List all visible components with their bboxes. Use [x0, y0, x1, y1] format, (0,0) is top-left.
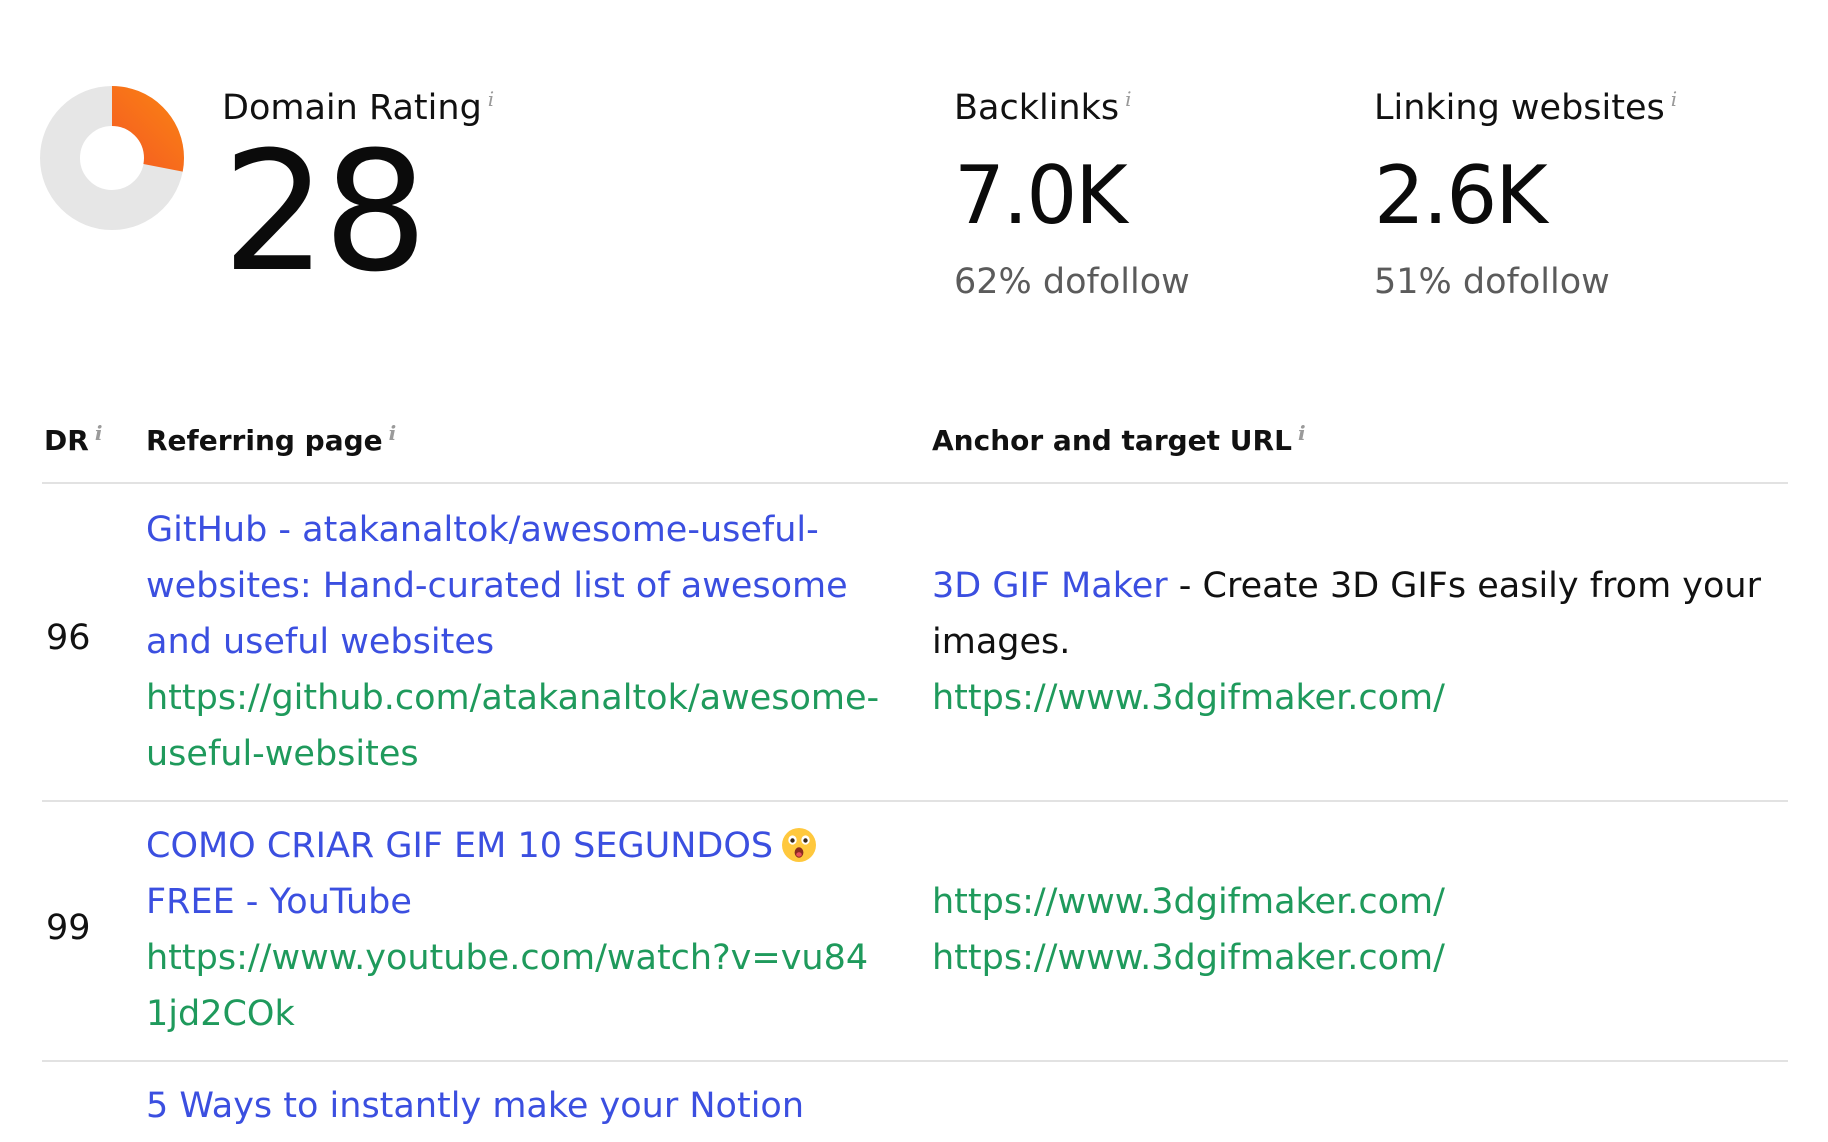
linking-websites-dofollow: 51% dofollow — [1374, 262, 1610, 302]
astonished-face-icon — [782, 828, 817, 862]
table-row: 96 GitHub - atakanaltok/awesome-useful-w… — [42, 484, 1788, 802]
info-icon[interactable]: i — [1125, 87, 1131, 111]
referring-page-title-link[interactable]: 5 Ways to instantly make your Notion — [146, 1086, 804, 1126]
table-header: DR i Referring page i Anchor and target UR… — [42, 410, 1788, 484]
linking-websites-value: 2.6K — [1374, 149, 1548, 242]
anchor-link[interactable]: https://www.3dgifmaker.com/ — [932, 882, 1445, 922]
column-header-dr[interactable]: DR i — [44, 421, 103, 457]
anchor-target-cell: https://www.3dgifmaker.com/ https://www.… — [932, 874, 1762, 986]
anchor-target-cell: 3D GIF Maker - Create 3D GIFs easily fro… — [932, 558, 1762, 726]
info-icon[interactable]: i — [488, 87, 494, 111]
referring-page-cell: COMO CRIAR GIF EM 10 SEGUNDOS FREE - YouT… — [146, 818, 886, 1042]
dr-value: 99 — [46, 908, 91, 948]
backlinks-label: Backlinks i — [954, 87, 1132, 128]
column-header-anchor-target[interactable]: Anchor and target URL i — [932, 421, 1306, 457]
info-icon[interactable]: i — [95, 421, 103, 445]
backlinks-value: 7.0K — [954, 149, 1128, 242]
anchor-link[interactable]: 3D GIF Maker — [932, 566, 1168, 606]
linking-websites-label: Linking websites i — [1374, 87, 1678, 128]
table-row: 99 COMO CRIAR GIF EM 10 SEGUNDOS FREE - Y… — [42, 802, 1788, 1062]
domain-rating-value: 28 — [222, 116, 428, 308]
backlinks-dofollow: 62% dofollow — [954, 262, 1190, 302]
referring-page-title-link[interactable]: COMO CRIAR GIF EM 10 SEGUNDOS FREE - YouT… — [146, 826, 817, 922]
target-url-link[interactable]: https://www.3dgifmaker.com/ — [932, 678, 1445, 718]
stats-section: Domain Rating i 28 Backlinks i 7.0K 62% do… — [0, 0, 1828, 340]
info-icon[interactable]: i — [389, 421, 397, 445]
dr-value: 96 — [46, 618, 91, 658]
domain-rating-gauge — [40, 86, 184, 230]
target-url-link[interactable]: https://www.3dgifmaker.com/ — [932, 938, 1445, 978]
column-header-referring-page[interactable]: Referring page i — [146, 421, 397, 457]
table-row: 5 Ways to instantly make your Notion — [42, 1062, 1788, 1142]
info-icon[interactable]: i — [1298, 421, 1306, 445]
backlinks-table: DR i Referring page i Anchor and target UR… — [42, 410, 1788, 1142]
referring-page-title-link[interactable]: GitHub - atakanaltok/awesome-useful-webs… — [146, 510, 848, 662]
referring-page-url-link[interactable]: https://github.com/atakanaltok/awesome-u… — [146, 678, 879, 774]
referring-page-cell: GitHub - atakanaltok/awesome-useful-webs… — [146, 502, 886, 782]
info-icon[interactable]: i — [1671, 87, 1677, 111]
referring-page-url-link[interactable]: https://www.youtube.com/watch?v=vu841jd2… — [146, 938, 868, 1034]
